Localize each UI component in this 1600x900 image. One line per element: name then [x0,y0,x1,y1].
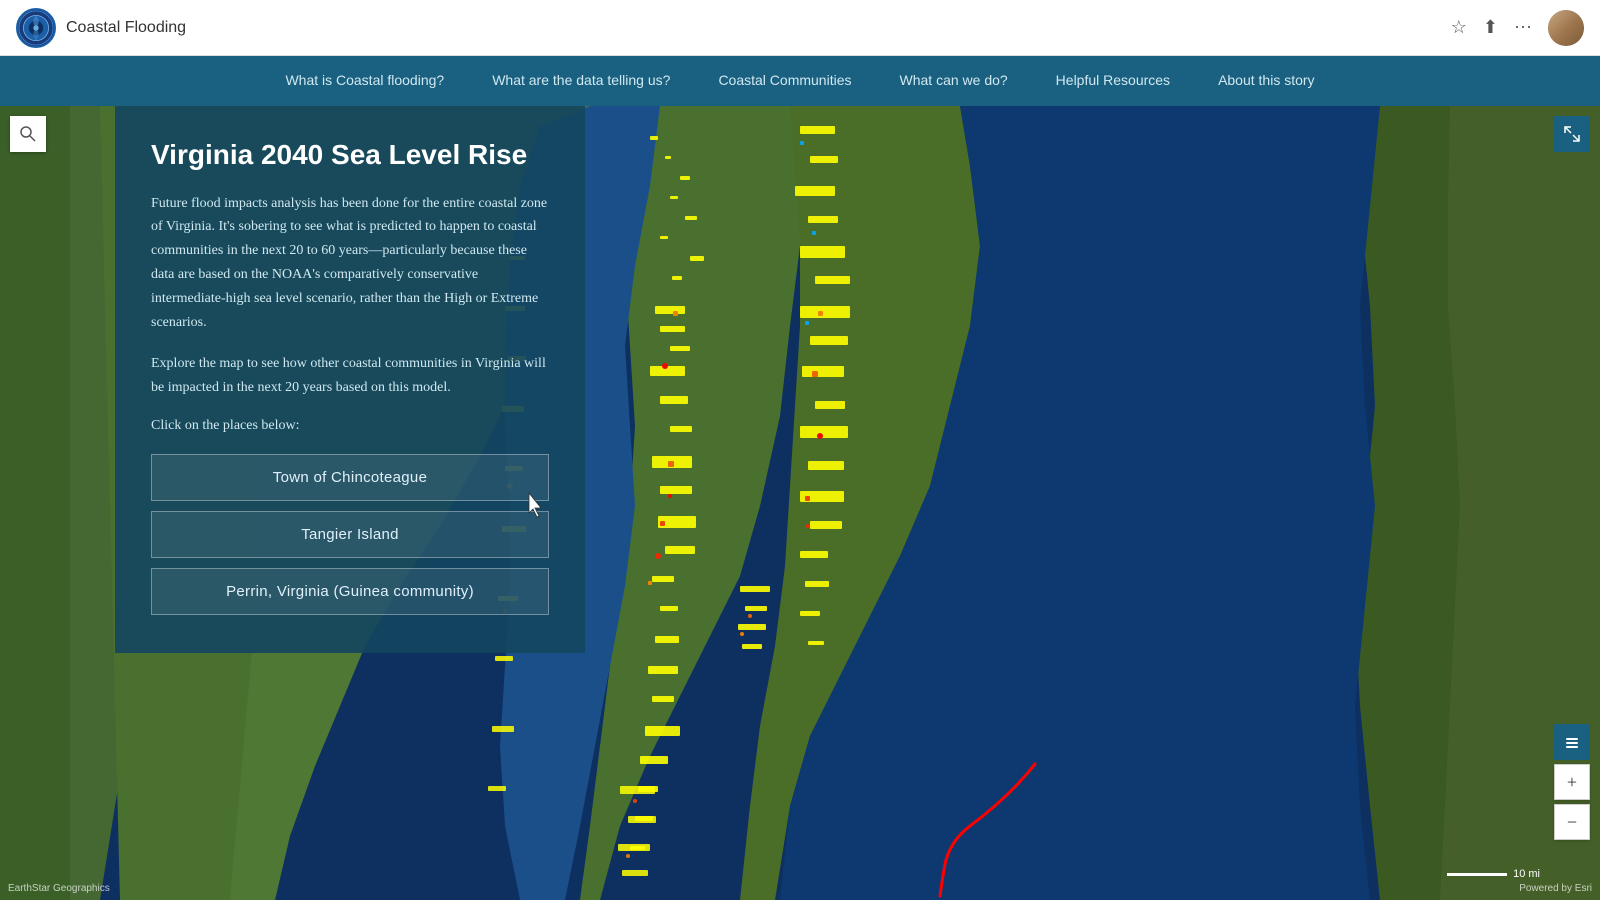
scale-line [1447,873,1507,876]
noaa-logo [16,8,56,48]
panel-paragraph-2: Explore the map to see how other coastal… [151,352,549,400]
nav-item-about[interactable]: About this story [1194,56,1339,106]
info-panel: Virginia 2040 Sea Level Rise Future floo… [115,106,585,653]
header-left: Coastal Flooding [16,8,186,48]
panel-title: Virginia 2040 Sea Level Rise [151,138,549,172]
tangier-island-button[interactable]: Tangier Island [151,511,549,558]
nav-item-what-is[interactable]: What is Coastal flooding? [261,56,468,106]
app-header: Coastal Flooding ☆ ⬆ ··· [0,0,1600,56]
zoom-in-button[interactable]: + [1554,764,1590,800]
map-search-button[interactable] [10,116,46,152]
panel-cta: Click on the places below: [151,418,549,434]
app-title: Coastal Flooding [66,19,186,37]
map-layers-button[interactable] [1554,724,1590,760]
zoom-out-button[interactable]: − [1554,804,1590,840]
nav-item-communities[interactable]: Coastal Communities [694,56,875,106]
panel-paragraph-1: Future flood impacts analysis has been d… [151,192,549,335]
panel-body: Future flood impacts analysis has been d… [151,192,549,400]
avatar-image [1548,10,1584,46]
nav-item-what-can-we-do[interactable]: What can we do? [876,56,1032,106]
more-icon[interactable]: ··· [1514,17,1532,38]
chincoteague-button[interactable]: Town of Chincoteague [151,454,549,501]
map-attribution: Powered by Esri [1519,883,1592,894]
scale-bar: 10 mi [1447,868,1540,880]
map-container[interactable]: + − 10 mi Powered by Esri EarthStar Geog… [0,106,1600,900]
perrin-virginia-button[interactable]: Perrin, Virginia (Guinea community) [151,568,549,615]
scale-label: 10 mi [1513,868,1540,880]
map-attribution-left: EarthStar Geographics [8,883,110,894]
main-nav: What is Coastal flooding? What are the d… [0,56,1600,106]
map-expand-button[interactable] [1554,116,1590,152]
nav-item-resources[interactable]: Helpful Resources [1032,56,1194,106]
nav-item-data[interactable]: What are the data telling us? [468,56,694,106]
share-icon[interactable]: ⬆ [1483,17,1498,38]
bookmark-icon[interactable]: ☆ [1451,17,1467,38]
map-controls: + − [1554,724,1590,840]
header-actions: ☆ ⬆ ··· [1451,10,1584,46]
user-avatar[interactable] [1548,10,1584,46]
